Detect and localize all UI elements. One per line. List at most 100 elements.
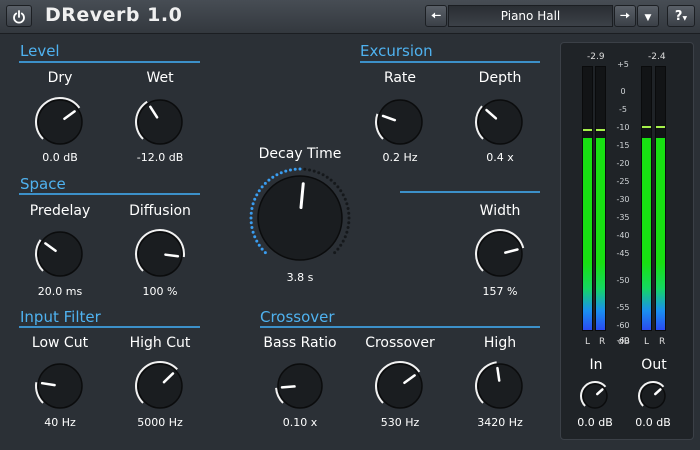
knob-body (137, 99, 183, 145)
ring-segment (251, 202, 255, 206)
predelay-knob[interactable] (34, 228, 86, 284)
ring-segment (255, 239, 259, 243)
depth-value: 0.4 x (486, 151, 514, 164)
knob-graphic (375, 361, 423, 409)
section-crossover-divider (260, 326, 540, 328)
out-label: Out (641, 357, 667, 373)
ring-segment (249, 211, 253, 215)
ring-segment (255, 193, 259, 197)
knob-body (37, 99, 83, 145)
rate-knob[interactable] (374, 96, 426, 152)
ring-segment (336, 247, 340, 251)
out-right-meter (655, 66, 666, 331)
in-right-meter-fill (596, 138, 605, 330)
knob-graphic (580, 381, 608, 409)
in-left-meter (582, 66, 593, 331)
in-left-peak-marker (583, 128, 592, 131)
scale-tick: -10 (616, 123, 630, 132)
scale-tick: +5 (617, 60, 629, 69)
knob-body (477, 99, 523, 145)
arrow-left-icon: 🠄 (430, 9, 442, 24)
ring-segment (341, 239, 345, 243)
decay-time-value: 3.8 s (286, 271, 314, 284)
out-right-peak-marker (656, 125, 665, 128)
in-left-channel-label: L (585, 337, 591, 347)
ring-segment (333, 181, 337, 185)
ring-segment (260, 185, 264, 189)
wet-label: Wet (146, 70, 174, 86)
ring-segment (303, 167, 307, 171)
in-right-channel-label: R (599, 337, 606, 347)
ring-segment (345, 230, 349, 234)
out-right-channel-label: R (659, 337, 666, 347)
high-knob[interactable] (474, 360, 526, 416)
knob-graphic (135, 99, 183, 145)
knob-graphic (135, 229, 185, 277)
preset-next-button[interactable]: 🠆 (614, 5, 636, 27)
help-button[interactable]: ?▼ (667, 5, 695, 27)
high-cut-knob[interactable] (134, 360, 186, 416)
knob-body (377, 99, 423, 145)
depth-label: Depth (478, 70, 522, 86)
scale-tick: -30 (616, 195, 630, 204)
preset-prev-button[interactable]: 🠄 (425, 5, 447, 27)
crossover-knob[interactable] (374, 360, 426, 416)
ring-segment (279, 171, 283, 175)
out-right-meter-fill (656, 138, 665, 330)
section-level-title: Level (20, 42, 60, 60)
out-peak-readout: -2.4 (648, 52, 666, 62)
scale-tick: -15 (616, 141, 630, 150)
out-left-meter-fill (642, 138, 651, 330)
section-space-divider (19, 193, 200, 195)
scale-tick: -5 (619, 105, 627, 114)
out-gain-value: 0.0 dB (635, 416, 671, 429)
ring-segment (345, 202, 349, 206)
section-space-title: Space (20, 175, 66, 193)
diffusion-value: 100 % (142, 285, 178, 298)
knob-body (582, 383, 608, 409)
knob-body (377, 363, 423, 409)
ring-segment (263, 251, 267, 255)
ring-segment (329, 178, 333, 182)
scale-tick: -40 (616, 231, 630, 240)
ring-segment (347, 216, 351, 220)
knob-body (137, 363, 183, 409)
preset-menu-button[interactable]: ▼ (637, 5, 659, 27)
low-cut-knob[interactable] (34, 360, 86, 416)
ring-segment (293, 167, 297, 171)
ring-segment (339, 243, 343, 247)
knob-indicator (164, 253, 180, 258)
section-width-divider (400, 191, 540, 193)
knob-graphic (35, 97, 83, 145)
section-excursion-divider (360, 61, 540, 63)
ring-segment (336, 185, 340, 189)
out-gain-knob[interactable] (637, 380, 669, 416)
depth-knob[interactable] (474, 96, 526, 152)
ring-segment (253, 197, 257, 201)
in-gain-knob[interactable] (579, 380, 611, 416)
wet-knob[interactable] (134, 96, 186, 152)
ring-segment (251, 230, 255, 234)
ring-segment (257, 189, 261, 193)
scale-unit-label: dB (618, 337, 630, 347)
diffusion-label: Diffusion (129, 203, 191, 219)
ring-segment (341, 193, 345, 197)
width-knob[interactable] (474, 228, 526, 284)
high-cut-value: 5000 Hz (137, 416, 183, 429)
ring-segment (249, 216, 253, 220)
decay-time-knob[interactable] (248, 166, 352, 274)
section-input-filter-divider (19, 326, 200, 328)
arrow-right-icon: 🠆 (619, 9, 631, 24)
knob-graphic (475, 99, 523, 145)
knob-body (137, 231, 183, 277)
meter-panel: -2.9 -2.4 +5 0 -5 -10 -15 -20 -25 -30 -3… (560, 42, 694, 440)
ring-segment (298, 167, 302, 171)
diffusion-knob[interactable] (134, 228, 186, 284)
ring-segment (308, 168, 312, 172)
ring-segment (271, 175, 275, 179)
ring-segment (317, 171, 321, 175)
bass-ratio-knob[interactable] (274, 360, 326, 416)
preset-display[interactable]: Piano Hall (448, 5, 613, 27)
dry-knob[interactable] (34, 96, 86, 152)
power-button[interactable] (6, 5, 32, 27)
